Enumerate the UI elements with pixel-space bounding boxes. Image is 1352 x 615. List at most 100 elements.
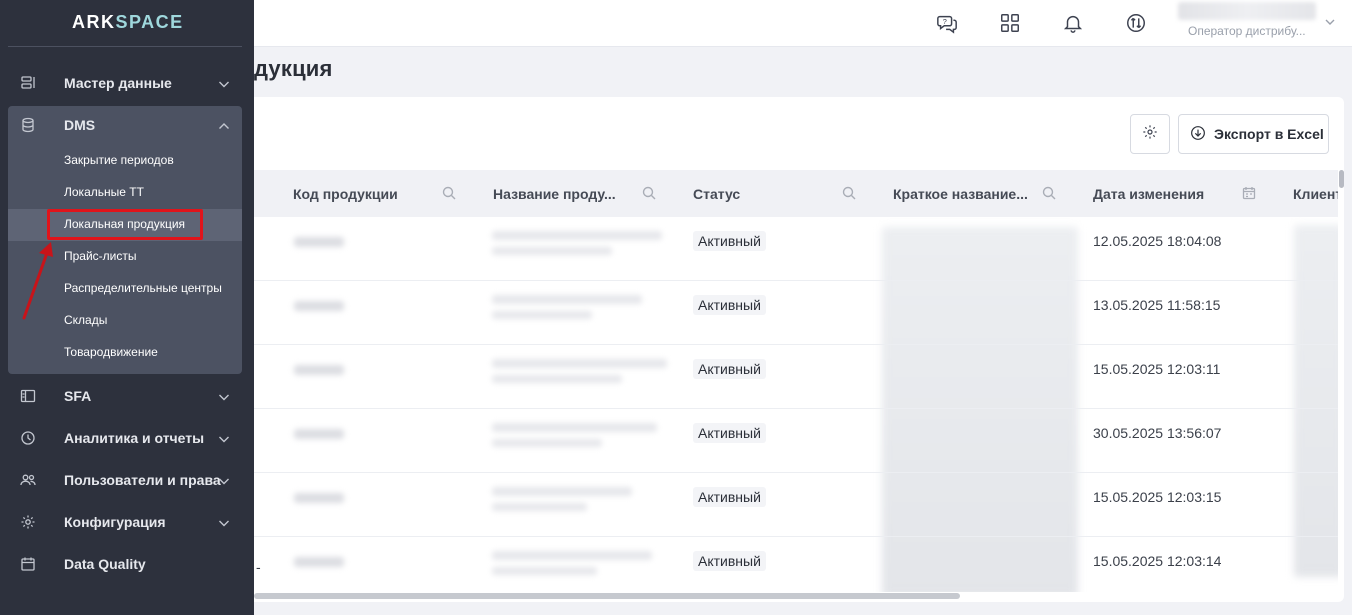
calendar-icon[interactable]	[1242, 186, 1256, 205]
table-row[interactable]: Активный 12.05.2025 18:04:08	[254, 217, 1338, 281]
blurred-name	[492, 503, 587, 511]
sidebar-item-label: Конфигурация	[64, 514, 166, 530]
sidebar-subitem-period-closing[interactable]: Закрытие периодов	[8, 145, 242, 177]
apps-grid-icon[interactable]	[997, 10, 1023, 36]
table-settings-button[interactable]	[1130, 114, 1170, 154]
search-icon[interactable]	[1042, 186, 1056, 205]
analytics-icon	[20, 430, 36, 446]
sidebar-subitem-local-outlets[interactable]: Локальные ТТ	[8, 177, 242, 209]
sidebar-item-users[interactable]: Пользователи и права	[8, 459, 242, 501]
date-cell: 13.05.2025 11:58:15	[1093, 297, 1221, 313]
blurred-code	[294, 237, 344, 247]
search-icon[interactable]	[842, 186, 856, 205]
date-cell: 15.05.2025 12:03:15	[1093, 489, 1222, 505]
status-badge: Активный	[693, 295, 766, 315]
sidebar-item-label: DMS	[64, 117, 96, 133]
chevron-down-icon	[218, 474, 230, 490]
help-chat-icon[interactable]: ?	[934, 10, 960, 36]
status-badge: Активный	[693, 551, 766, 571]
column-header-code[interactable]: Код продукции	[293, 170, 398, 217]
vertical-scrollbar-thumb[interactable]	[1339, 170, 1344, 188]
gear-icon	[20, 514, 36, 530]
sidebar-subitem-label: Распределительные центры	[64, 281, 222, 295]
sidebar-subitem-label: Прайс-листы	[64, 249, 137, 263]
highlight-annotation	[47, 209, 203, 240]
search-icon[interactable]	[642, 186, 656, 205]
sidebar: ARKSPACE Мастер данные DMS Закрытие пери…	[0, 0, 254, 615]
sidebar-item-label: SFA	[64, 388, 92, 404]
table-row[interactable]: Активный 15.05.2025 12:03:11	[254, 345, 1338, 409]
sidebar-subitem-goods-movement[interactable]: Товародвижение	[8, 337, 242, 369]
search-icon[interactable]	[442, 186, 456, 205]
blurred-code	[294, 301, 344, 311]
blurred-code	[294, 429, 344, 439]
table-row[interactable]: - Активный 15.05.2025 12:03:14	[254, 537, 1338, 592]
exchange-icon[interactable]	[1123, 10, 1149, 36]
sidebar-item-master-data[interactable]: Мастер данные	[8, 62, 242, 104]
chevron-down-icon	[218, 432, 230, 448]
bell-icon[interactable]	[1060, 10, 1086, 36]
sidebar-subitem-label: Закрытие периодов	[64, 153, 174, 167]
sidebar-item-label: Аналитика и отчеты	[64, 430, 205, 446]
chevron-up-icon	[218, 119, 230, 135]
svg-text:?: ?	[943, 17, 947, 26]
status-badge: Активный	[693, 231, 766, 251]
column-header-date[interactable]: Дата изменения	[1093, 170, 1204, 217]
table-body: Активный 12.05.2025 18:04:08 Активный 13…	[254, 217, 1338, 592]
divider	[8, 46, 242, 47]
column-header-status[interactable]: Статус	[693, 170, 740, 217]
table-row[interactable]: Активный 30.05.2025 13:56:07	[254, 409, 1338, 473]
table-row[interactable]: Активный 15.05.2025 12:03:15	[254, 473, 1338, 537]
date-cell: 12.05.2025 18:04:08	[1093, 233, 1222, 249]
master-data-icon	[20, 75, 36, 91]
user-name	[1178, 2, 1316, 20]
partial-column-edge	[254, 170, 256, 217]
date-cell: 15.05.2025 12:03:11	[1093, 361, 1221, 377]
arrow-annotation	[22, 242, 53, 320]
column-header-client[interactable]: Клиент	[1293, 170, 1338, 217]
user-role: Оператор дистрибу...	[1188, 24, 1306, 38]
chevron-down-icon	[1324, 15, 1336, 33]
sidebar-item-configuration[interactable]: Конфигурация	[8, 501, 242, 543]
sidebar-item-sfa[interactable]: SFA	[8, 375, 242, 417]
table-row[interactable]: Активный 13.05.2025 11:58:15	[254, 281, 1338, 345]
blurred-code	[294, 557, 344, 567]
chevron-down-icon	[218, 390, 230, 406]
horizontal-scrollbar-thumb[interactable]	[254, 593, 960, 599]
users-icon	[20, 472, 36, 488]
blurred-name	[492, 423, 657, 432]
blurred-code	[294, 493, 344, 503]
table-header: Код продукции Название проду... Статус К…	[254, 170, 1338, 217]
blurred-name	[492, 487, 632, 496]
vertical-scrollbar[interactable]	[1337, 168, 1345, 592]
sfa-icon	[20, 388, 36, 404]
row-leading-cell: -	[256, 559, 261, 575]
logo: ARKSPACE	[72, 12, 184, 33]
page-title: дукция	[254, 56, 333, 81]
blurred-name	[492, 359, 667, 368]
sidebar-item-dms[interactable]: DMS	[8, 104, 242, 146]
column-header-short-name[interactable]: Краткое название...	[893, 170, 1028, 217]
sidebar-subitem-label: Склады	[64, 313, 108, 327]
gear-icon	[1142, 124, 1158, 145]
sidebar-item-data-quality[interactable]: Data Quality	[8, 543, 242, 585]
logo-main: ARK	[72, 12, 116, 32]
status-badge: Активный	[693, 423, 766, 443]
sidebar-item-analytics[interactable]: Аналитика и отчеты	[8, 417, 242, 459]
blurred-name	[492, 439, 602, 447]
status-badge: Активный	[693, 487, 766, 507]
user-menu[interactable]: Оператор дистрибу...	[1178, 2, 1338, 42]
blurred-name	[492, 247, 612, 255]
horizontal-scrollbar[interactable]	[254, 592, 1338, 600]
sidebar-item-label: Мастер данные	[64, 75, 172, 91]
date-cell: 15.05.2025 12:03:14	[1093, 553, 1222, 569]
column-header-name[interactable]: Название проду...	[493, 170, 616, 217]
sidebar-subitem-label: Товародвижение	[64, 345, 158, 359]
chevron-down-icon	[218, 516, 230, 532]
download-icon	[1190, 125, 1206, 144]
database-icon	[20, 117, 36, 133]
blurred-name	[492, 551, 652, 560]
status-badge: Активный	[693, 359, 766, 379]
date-cell: 30.05.2025 13:56:07	[1093, 425, 1222, 441]
export-excel-button[interactable]: Экспорт в Excel	[1178, 114, 1329, 154]
